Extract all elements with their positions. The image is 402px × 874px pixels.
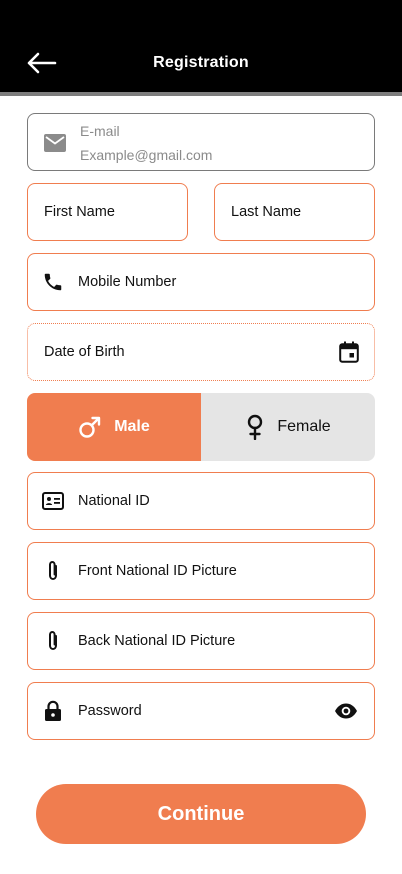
header-divider bbox=[0, 92, 402, 96]
back-id-picture-label: Back National ID Picture bbox=[78, 633, 236, 649]
date-of-birth-field[interactable]: Date of Birth bbox=[27, 323, 375, 381]
calendar-icon[interactable] bbox=[338, 341, 360, 363]
phone-icon bbox=[42, 271, 64, 293]
female-label: Female bbox=[277, 418, 331, 435]
lock-icon bbox=[42, 700, 64, 722]
app-header: Registration bbox=[0, 0, 402, 96]
email-label: E-mail bbox=[80, 123, 120, 139]
page-title: Registration bbox=[153, 54, 249, 71]
last-name-field[interactable]: Last Name bbox=[214, 183, 375, 241]
gender-male-option[interactable]: Male bbox=[27, 393, 201, 461]
first-name-label: First Name bbox=[44, 204, 115, 220]
front-id-picture-field[interactable]: Front National ID Picture bbox=[27, 542, 375, 600]
male-icon bbox=[79, 416, 101, 438]
paperclip-icon bbox=[42, 560, 64, 582]
eye-icon[interactable] bbox=[334, 700, 358, 722]
national-id-label: National ID bbox=[78, 493, 150, 509]
email-input[interactable] bbox=[80, 145, 350, 165]
password-label: Password bbox=[78, 703, 142, 719]
password-field[interactable]: Password bbox=[27, 682, 375, 740]
paperclip-icon bbox=[42, 630, 64, 652]
gender-female-option[interactable]: Female bbox=[201, 393, 375, 461]
email-field[interactable]: E-mail bbox=[27, 113, 375, 171]
male-label: Male bbox=[114, 418, 150, 435]
mail-icon bbox=[44, 132, 66, 154]
mobile-number-label: Mobile Number bbox=[78, 274, 177, 290]
last-name-label: Last Name bbox=[231, 204, 302, 220]
gender-toggle: Male Female bbox=[27, 393, 375, 461]
back-id-picture-field[interactable]: Back National ID Picture bbox=[27, 612, 375, 670]
registration-screen: Registration E-mail First Name Last Name… bbox=[0, 0, 402, 874]
id-card-icon bbox=[42, 490, 64, 512]
national-id-field[interactable]: National ID bbox=[27, 472, 375, 530]
mobile-number-field[interactable]: Mobile Number bbox=[27, 253, 375, 311]
date-of-birth-label: Date of Birth bbox=[44, 344, 125, 360]
first-name-field[interactable]: First Name bbox=[27, 183, 188, 241]
front-id-picture-label: Front National ID Picture bbox=[78, 563, 237, 579]
continue-button[interactable]: Continue bbox=[36, 784, 366, 844]
female-icon bbox=[248, 414, 263, 440]
